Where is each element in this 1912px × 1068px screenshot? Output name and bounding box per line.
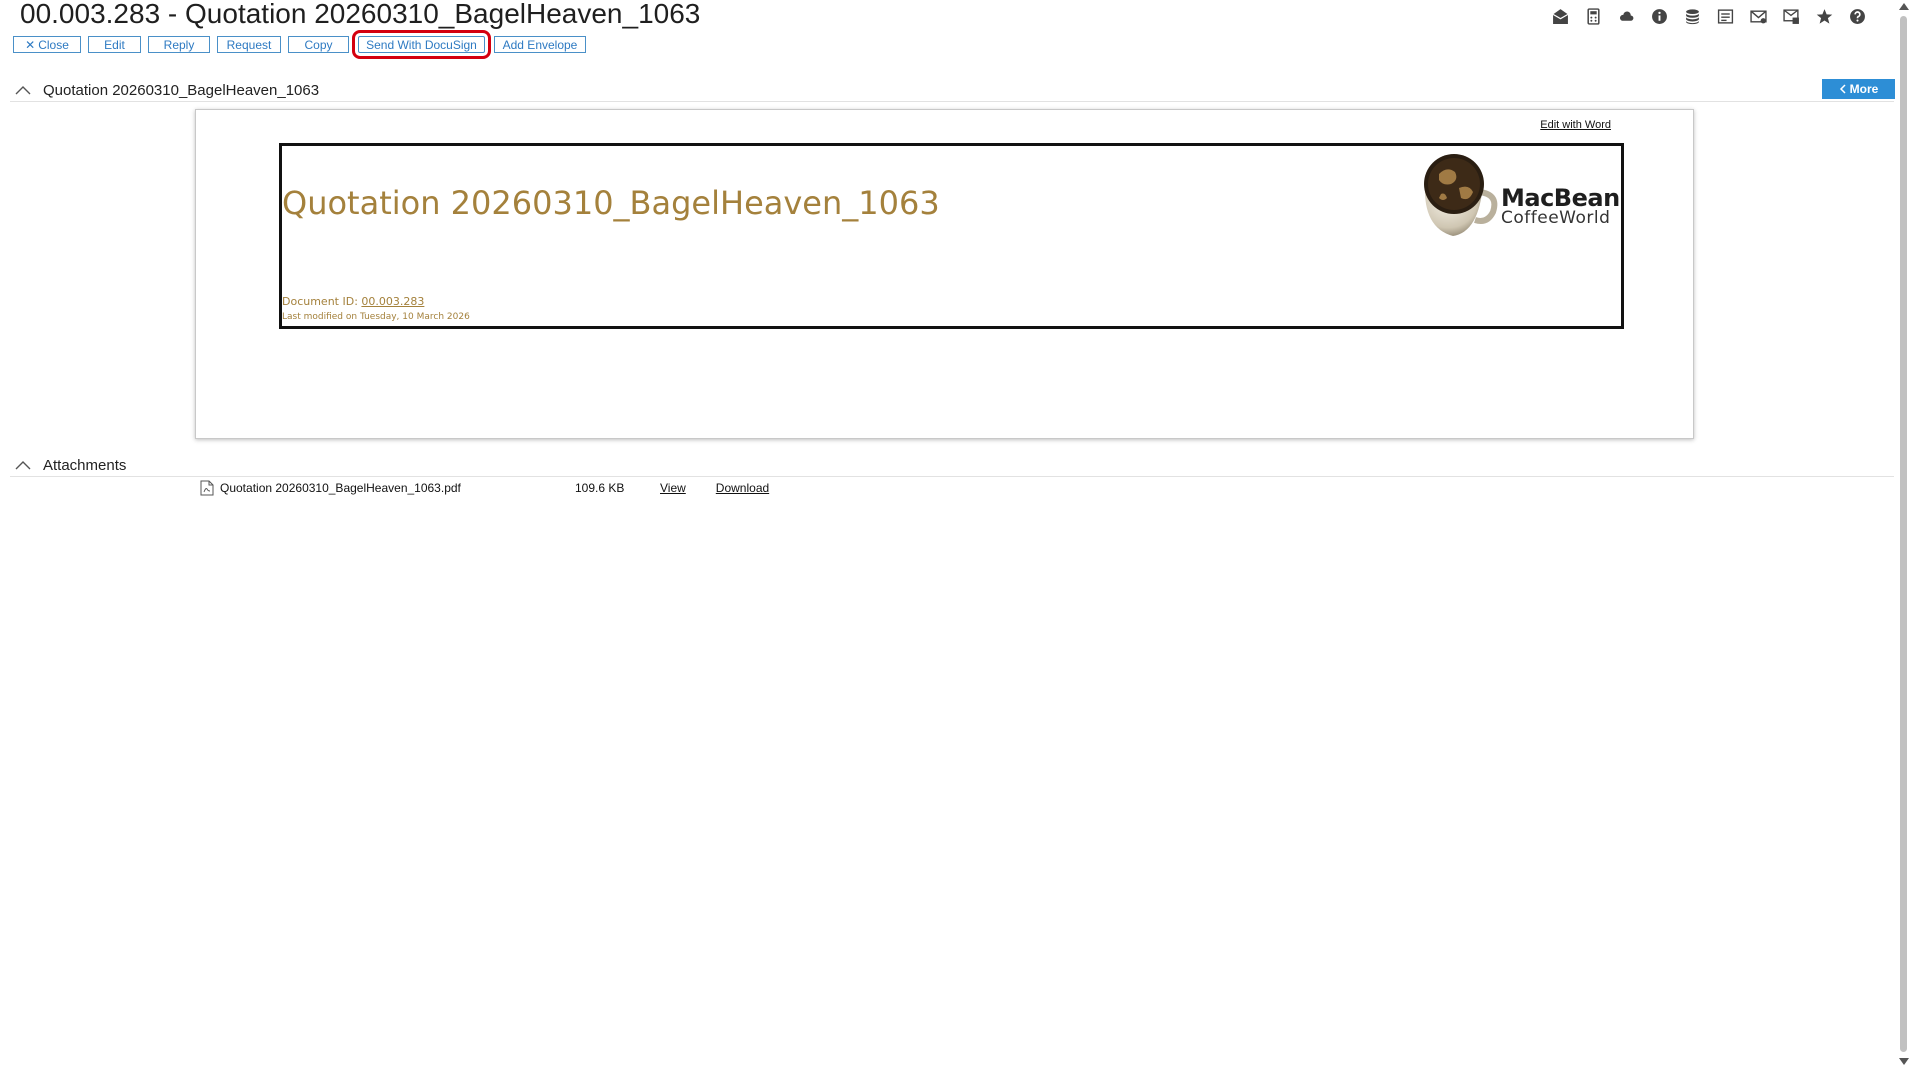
action-bar: ✕ Close Edit Reply Request Copy Send With… [13, 30, 593, 59]
attachment-view-link[interactable]: View [660, 481, 686, 495]
page-title: 00.003.283 - Quotation 20260310_BagelHea… [20, 0, 701, 29]
database-icon[interactable] [1681, 5, 1703, 27]
page: 00.003.283 - Quotation 20260310_BagelHea… [0, 0, 1912, 1068]
document-id-line: Document ID: 00.003.283 [282, 295, 424, 308]
edit-button[interactable]: Edit [88, 36, 141, 53]
mail-check-icon[interactable] [1747, 5, 1769, 27]
document-page: Quotation 20260310_BagelHeaven_1063 Docu… [279, 143, 1624, 329]
close-button[interactable]: ✕ Close [13, 36, 81, 53]
edit-with-word-link[interactable]: Edit with Word [1540, 119, 1611, 131]
info-icon[interactable] [1648, 5, 1670, 27]
pdf-file-icon [200, 480, 214, 496]
chevron-up-icon[interactable] [13, 458, 33, 472]
scroll-up-arrow[interactable] [1899, 3, 1909, 10]
more-button[interactable]: More [1822, 79, 1895, 99]
document-id-label: Document ID: [282, 295, 358, 308]
copy-button[interactable]: Copy [288, 36, 349, 53]
toolbar-icons [1549, 5, 1868, 27]
document-section-header[interactable]: Quotation 20260310_BagelHeaven_1063 [10, 79, 1894, 102]
more-label: More [1849, 82, 1879, 96]
chevron-up-icon[interactable] [13, 83, 33, 97]
close-icon: ✕ [25, 37, 36, 52]
coffee-cup-icon [1424, 154, 1498, 236]
star-icon[interactable] [1813, 5, 1835, 27]
request-button[interactable]: Request [217, 36, 281, 53]
reply-button[interactable]: Reply [148, 36, 210, 53]
document-list-icon[interactable] [1714, 5, 1736, 27]
mail-settings-icon[interactable] [1780, 5, 1802, 27]
last-modified-text: Last modified on Tuesday, 10 March 2026 [282, 312, 470, 322]
chevron-left-icon [1839, 84, 1846, 94]
document-id-link[interactable]: 00.003.283 [361, 295, 424, 308]
add-envelope-button[interactable]: Add Envelope [494, 36, 586, 53]
close-label: Close [38, 37, 69, 52]
scroll-thumb[interactable] [1900, 16, 1907, 1052]
attachments-section-header[interactable]: Attachments [10, 454, 1894, 477]
attachments-title: Attachments [43, 456, 127, 474]
attachment-download-link[interactable]: Download [716, 481, 769, 495]
calculator-icon[interactable] [1582, 5, 1604, 27]
document-section-title: Quotation 20260310_BagelHeaven_1063 [43, 81, 320, 99]
document-heading: Quotation 20260310_BagelHeaven_1063 [282, 184, 940, 222]
document-preview: Edit with Word Quotation 20260310_BagelH… [195, 109, 1694, 439]
attachment-file-name[interactable]: Quotation 20260310_BagelHeaven_1063.pdf [220, 481, 575, 495]
logo-text-coffeeworld: CoffeeWorld [1501, 208, 1611, 228]
attachment-row: Quotation 20260310_BagelHeaven_1063.pdf … [200, 479, 799, 497]
vertical-scrollbar[interactable] [1896, 0, 1912, 1068]
help-icon[interactable] [1846, 5, 1868, 27]
attachment-file-size: 109.6 KB [575, 481, 625, 495]
scroll-down-arrow[interactable] [1899, 1058, 1909, 1065]
send-with-docusign-button[interactable]: Send With DocuSign [352, 30, 491, 59]
cloud-icon[interactable] [1615, 5, 1637, 27]
company-logo: MacBean CoffeeWorld [1419, 150, 1620, 242]
mail-open-icon[interactable] [1549, 5, 1571, 27]
